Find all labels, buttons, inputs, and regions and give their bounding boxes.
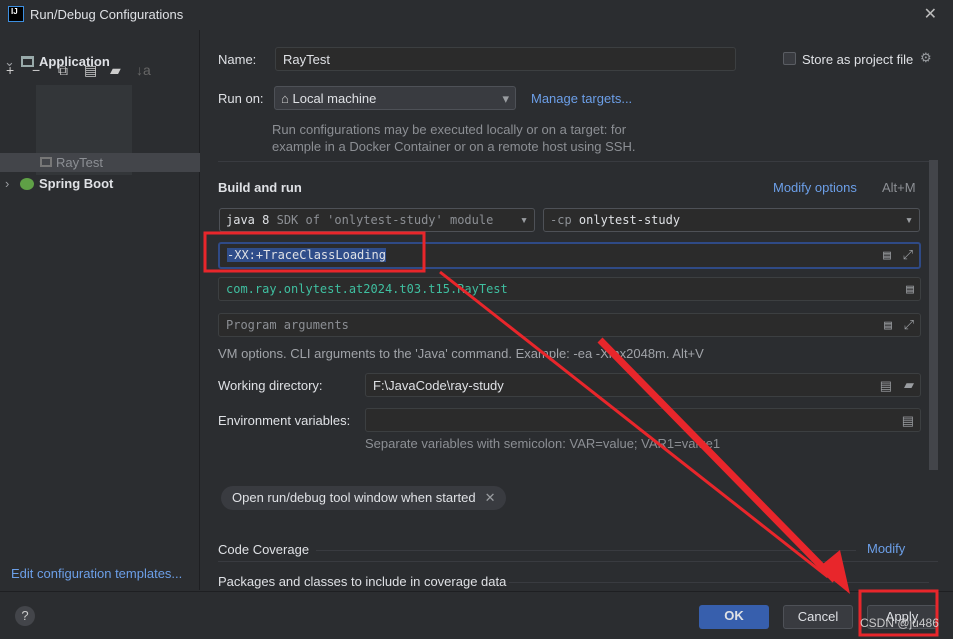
watermark: CSDN @ju486 bbox=[860, 616, 939, 630]
annotation-overlay bbox=[203, 231, 939, 637]
annotation-arrow bbox=[597, 337, 838, 583]
annotation-box-vm bbox=[203, 231, 426, 273]
annotation-arrow-thin bbox=[439, 270, 829, 579]
